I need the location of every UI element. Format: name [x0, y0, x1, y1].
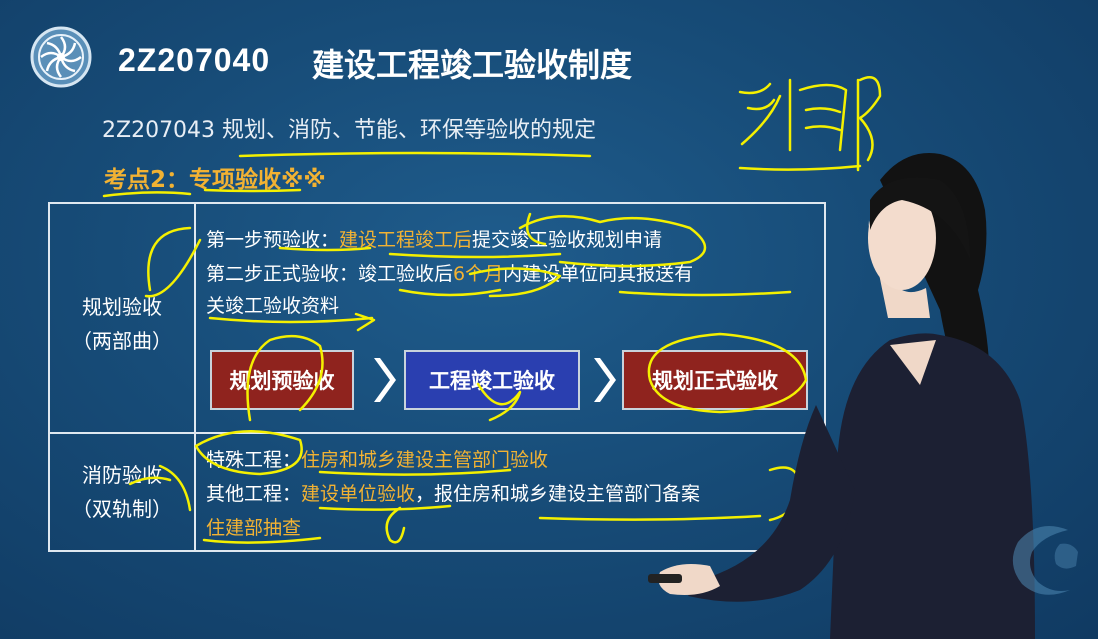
row-head-subtitle: （两部曲） — [72, 329, 172, 353]
fire-special-text: 特殊工程：住房和城乡建设主管部门验收 — [206, 449, 549, 471]
fire-other-text: 其他工程：建设单位验收，报住房和城乡建设主管部门备案 — [206, 483, 701, 505]
row-head-title: 规划验收 — [82, 295, 162, 319]
section-code: 2Z207040 — [118, 42, 271, 78]
key-point-label: 考点2：专项验收※※ — [104, 167, 326, 193]
page-title: 建设工程竣工验收制度 — [312, 46, 633, 84]
step-box-pre-acceptance: 规划预验收 — [210, 350, 354, 410]
planning-step2-text: 第二步正式验收：竣工验收后6个月内建设单位向其报送有 — [206, 263, 694, 285]
chevron-right-icon — [594, 358, 616, 402]
logo-icon — [30, 26, 92, 88]
step-box-completion-acceptance: 工程竣工验收 — [404, 350, 580, 410]
subsection-title: 2Z207043 规划、消防、节能、环保等验收的规定 — [102, 118, 597, 143]
row-head-subtitle: （双轨制） — [72, 497, 172, 521]
row-head-title: 消防验收 — [82, 463, 162, 487]
chevron-right-icon — [374, 358, 396, 402]
planning-step2-text-cont: 关竣工验收资料 — [206, 295, 340, 317]
row-head-planning: 规划验收 （两部曲） — [50, 290, 194, 358]
watermark-logo-icon — [1012, 526, 1078, 595]
planning-step1-text: 第一步预验收：建设工程竣工后提交竣工验收规划申请 — [206, 229, 663, 251]
fire-other-text-cont: 住建部抽查 — [206, 517, 302, 539]
row-head-fire: 消防验收 （双轨制） — [50, 458, 194, 526]
